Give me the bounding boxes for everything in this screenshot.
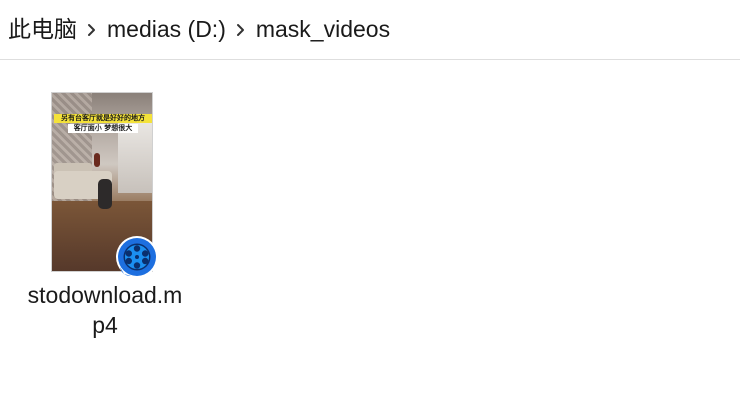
thumbnail-caption: 另有台客厅就是好好的地方 客厅面小 梦想很大 — [54, 114, 152, 133]
file-item[interactable]: 另有台客厅就是好好的地方 客厅面小 梦想很大 stodownload.m p4 — [10, 82, 200, 352]
chevron-right-icon[interactable] — [77, 18, 107, 42]
breadcrumb-item-this-pc[interactable]: 此电脑 — [8, 18, 77, 41]
breadcrumb-item-drive[interactable]: medias (D:) — [107, 18, 226, 41]
breadcrumb: 此电脑 medias (D:) mask_videos — [0, 0, 740, 60]
breadcrumb-item-folder[interactable]: mask_videos — [256, 18, 390, 41]
thumbnail-caption-line1: 另有台客厅就是好好的地方 — [54, 114, 152, 123]
thumbnail-caption-line2: 客厅面小 梦想很大 — [68, 124, 138, 133]
file-name[interactable]: stodownload.m p4 — [10, 280, 200, 340]
explorer-window: 此电脑 medias (D:) mask_videos 另有台客厅就是好好的地方… — [0, 0, 740, 400]
chevron-right-icon[interactable] — [226, 18, 256, 42]
media-player-reel-icon — [114, 234, 160, 280]
video-thumbnail[interactable]: 另有台客厅就是好好的地方 客厅面小 梦想很大 — [51, 92, 158, 278]
file-name-line1: stodownload.m — [27, 282, 183, 308]
file-name-line2: p4 — [92, 312, 118, 338]
